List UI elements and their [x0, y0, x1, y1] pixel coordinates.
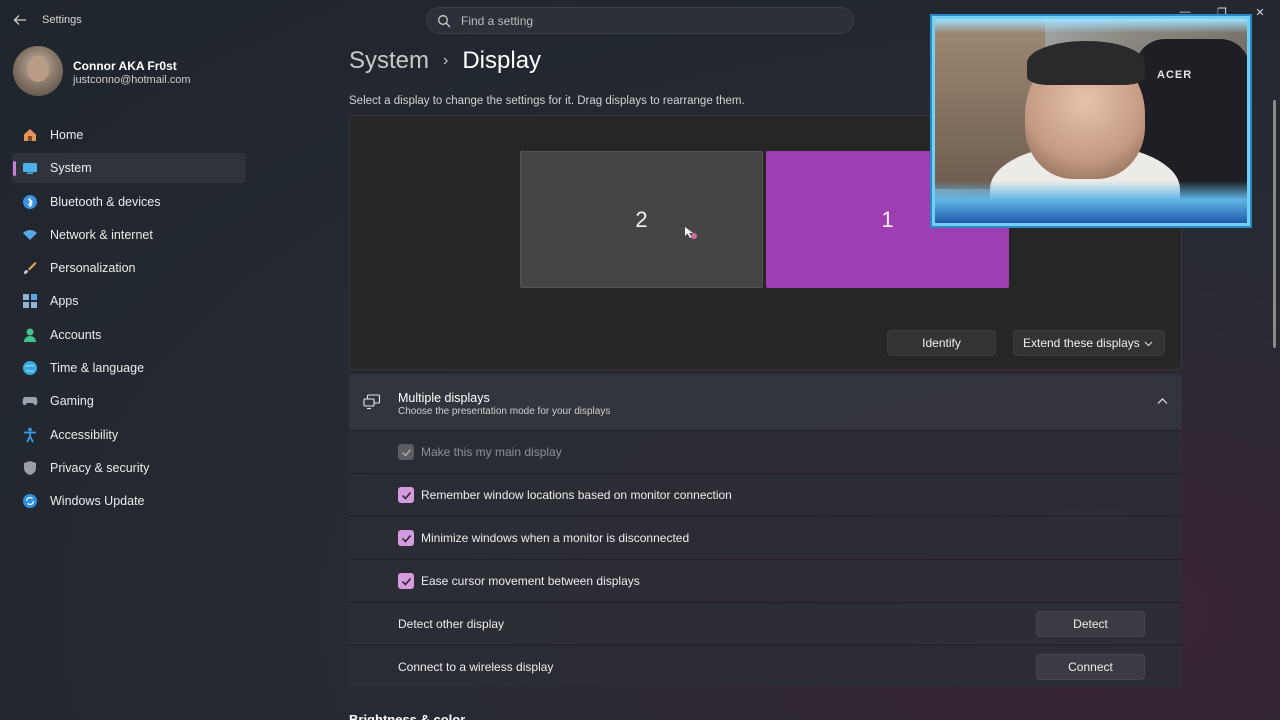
sidebar-item-label: Time & language	[50, 361, 145, 376]
shield-icon	[24, 460, 36, 475]
remember-locations-checkbox[interactable]	[398, 487, 414, 503]
option-row-wireless-display: Connect to a wireless display Connect	[349, 645, 1182, 687]
option-label: Minimize windows when a monitor is disco…	[421, 531, 690, 545]
bluetooth-icon	[23, 194, 37, 209]
search-box[interactable]	[426, 7, 854, 34]
ice-frame-top	[935, 19, 1247, 33]
option-label: Ease cursor movement between displays	[421, 574, 640, 588]
back-button[interactable]	[10, 10, 30, 30]
display-hint: Select a display to change the settings …	[349, 95, 745, 107]
sidebar-item-label: Network & internet	[50, 227, 153, 242]
checkmark-icon	[401, 534, 411, 543]
sidebar-item-label: Gaming	[50, 394, 94, 409]
checkmark-icon	[401, 577, 411, 586]
sidebar-item-label: Apps	[50, 294, 79, 309]
breadcrumb-separator: ›	[443, 52, 449, 69]
sidebar-item-privacy-security[interactable]: Privacy & security	[12, 453, 246, 483]
multiple-displays-section: Multiple displays Choose the presentatio…	[349, 374, 1182, 687]
breadcrumb-parent[interactable]: System	[349, 47, 429, 75]
option-row-detect-display: Detect other display Detect	[349, 602, 1182, 644]
ice-frame-bottom	[935, 181, 1247, 223]
sidebar-nav: Home System Bluetooth & devices Network …	[12, 120, 246, 520]
main-display-checkbox[interactable]	[398, 444, 414, 460]
cursor-icon	[685, 227, 697, 239]
webcam-overlay: ACER	[932, 16, 1250, 226]
back-arrow-icon	[13, 15, 26, 25]
checkmark-icon	[401, 448, 411, 457]
sidebar-item-accounts[interactable]: Accounts	[12, 320, 246, 350]
chevron-up-icon[interactable]	[1157, 397, 1168, 405]
monitor-2[interactable]: 2	[520, 151, 763, 288]
display-mode-dropdown[interactable]: Extend these displays	[1013, 330, 1165, 356]
minimize-windows-checkbox[interactable]	[398, 530, 414, 546]
page-title: Display	[462, 47, 542, 74]
sidebar-item-accessibility[interactable]: Accessibility	[12, 420, 246, 450]
ease-cursor-checkbox[interactable]	[398, 573, 414, 589]
option-row-main-display: Make this my main display	[349, 430, 1182, 472]
sidebar-item-label: Accessibility	[50, 427, 119, 442]
search-icon	[438, 15, 451, 28]
user-email: justconno@hotmail.com	[73, 74, 191, 86]
sidebar-item-label: Accounts	[50, 327, 102, 342]
avatar[interactable]	[13, 46, 63, 96]
sidebar-item-label: Privacy & security	[50, 460, 150, 475]
scrollbar[interactable]	[1273, 100, 1276, 348]
detect-button[interactable]: Detect	[1036, 611, 1145, 637]
multiple-displays-header[interactable]: Multiple displays Choose the presentatio…	[349, 374, 1182, 430]
multiple-displays-icon	[363, 394, 381, 410]
sidebar-item-personalization[interactable]: Personalization	[12, 253, 246, 283]
checkmark-icon	[401, 491, 411, 500]
user-name: Connor AKA Fr0st	[73, 59, 177, 73]
sidebar-item-time-language[interactable]: Time & language	[12, 353, 246, 383]
update-icon	[23, 494, 37, 509]
brightness-section-title: Brightness & color	[349, 712, 466, 720]
option-label: Make this my main display	[421, 445, 562, 459]
brush-icon	[24, 262, 37, 275]
globe-icon	[23, 361, 37, 376]
chevron-down-icon	[1144, 341, 1153, 347]
home-icon	[24, 129, 36, 141]
sidebar-item-label: Windows Update	[50, 494, 145, 509]
wireless-display-label: Connect to a wireless display	[398, 660, 554, 674]
connect-button[interactable]: Connect	[1036, 654, 1145, 680]
monitor-number: 2	[635, 206, 648, 232]
breadcrumb: System › Display	[349, 47, 541, 75]
option-row-ease-cursor: Ease cursor movement between displays	[349, 559, 1182, 601]
sidebar-item-apps[interactable]: Apps	[12, 286, 246, 316]
apps-icon	[23, 294, 37, 309]
chair-brand-label: ACER	[1157, 69, 1193, 81]
close-icon: ✕	[1255, 7, 1265, 19]
option-row-minimize-windows: Minimize windows when a monitor is disco…	[349, 516, 1182, 558]
sidebar-item-network[interactable]: Network & internet	[12, 220, 246, 250]
wifi-icon	[23, 229, 37, 240]
sidebar-item-windows-update[interactable]: Windows Update	[12, 486, 246, 516]
sidebar-item-label: Personalization	[50, 261, 136, 276]
system-icon	[23, 163, 37, 175]
search-input[interactable]	[461, 13, 853, 28]
section-subtitle: Choose the presentation mode for your di…	[398, 406, 611, 417]
sidebar-item-label: Bluetooth & devices	[50, 194, 161, 209]
sidebar-item-gaming[interactable]: Gaming	[12, 386, 246, 416]
webcam-cap	[1027, 41, 1145, 85]
app-title: Settings	[42, 14, 82, 26]
identify-button[interactable]: Identify	[887, 330, 996, 356]
option-label: Remember window locations based on monit…	[421, 488, 732, 502]
sidebar-item-bluetooth[interactable]: Bluetooth & devices	[12, 187, 246, 217]
section-title: Multiple displays	[398, 391, 490, 405]
accounts-icon	[24, 328, 36, 342]
sidebar-item-label: System	[50, 161, 92, 176]
option-row-remember-locations: Remember window locations based on monit…	[349, 473, 1182, 515]
accessibility-icon	[24, 427, 36, 443]
gamepad-icon	[22, 397, 38, 406]
display-mode-value: Extend these displays	[1023, 336, 1140, 350]
sidebar-item-home[interactable]: Home	[12, 120, 246, 150]
sidebar-item-label: Home	[50, 128, 84, 142]
sidebar-item-system[interactable]: System	[12, 153, 246, 184]
detect-display-label: Detect other display	[398, 617, 505, 631]
monitor-number: 1	[881, 206, 894, 232]
